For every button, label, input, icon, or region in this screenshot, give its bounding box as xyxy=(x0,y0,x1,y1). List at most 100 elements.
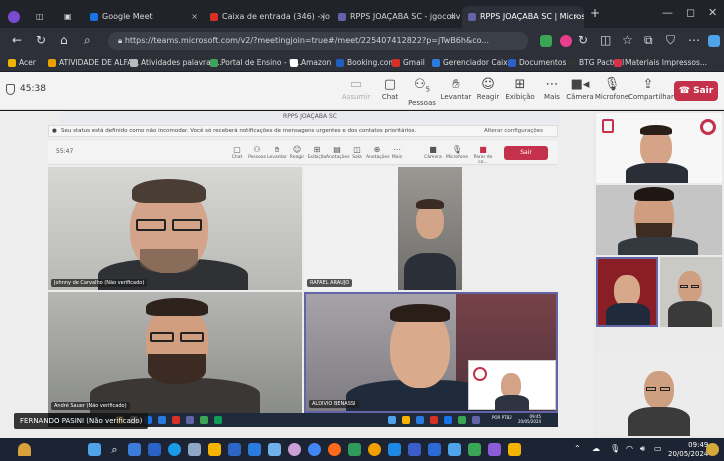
close-tab-icon[interactable]: × xyxy=(191,6,198,28)
leave-button[interactable]: ☎︎ Sair xyxy=(674,81,718,101)
back-button[interactable]: ← xyxy=(12,33,22,47)
close-tab-icon[interactable]: × xyxy=(449,6,456,28)
new-tab-button[interactable]: + xyxy=(590,6,600,20)
copilot-icon[interactable] xyxy=(708,35,720,47)
microphone-button[interactable]: 🎙︎ Microfone xyxy=(592,76,632,101)
split-screen-icon[interactable]: ◫ xyxy=(600,33,611,47)
widgets-icon[interactable] xyxy=(18,443,31,456)
app-icon[interactable] xyxy=(228,443,241,456)
app-icon xyxy=(416,416,424,424)
self-view-thumbnail xyxy=(468,360,556,411)
app-icon[interactable] xyxy=(128,443,141,456)
participant-tile[interactable] xyxy=(596,351,722,436)
shared-camera-icon: ■ Câmera xyxy=(424,145,442,160)
participant-tile[interactable] xyxy=(660,257,722,327)
workspaces-icon[interactable]: ◫ xyxy=(30,6,50,28)
taskbar-clock[interactable]: 09:49 20/05/2024 xyxy=(668,441,708,459)
participant-tile[interactable] xyxy=(596,185,722,255)
bookmark-portal[interactable]: Portal de Ensino - U... xyxy=(210,56,302,70)
bookmark-amazon[interactable]: Amazon xyxy=(290,56,331,70)
shared-mic-icon: 🎙︎ Microfone xyxy=(446,145,469,160)
tab-gmail[interactable]: Caixa de entrada (346) - johnny... × xyxy=(204,6,330,28)
extension-icon[interactable] xyxy=(540,35,552,47)
app-icon[interactable] xyxy=(508,443,521,456)
extension-icon[interactable] xyxy=(560,35,572,47)
browser-toolbar: ← ↻ ⌂ ⌕ 🔒︎ https://teams.microsoft.com/v… xyxy=(0,28,724,54)
tab-google-meet[interactable]: Google Meet × xyxy=(84,6,202,28)
app-icon[interactable] xyxy=(348,443,361,456)
address-bar[interactable]: 🔒︎ https://teams.microsoft.com/v2/?meeti… xyxy=(108,32,528,50)
app-icon xyxy=(458,416,466,424)
restore-button[interactable]: ◻ xyxy=(686,6,695,19)
shared-view-icon: ⊞ Exibição xyxy=(307,145,327,160)
info-icon: ● xyxy=(52,128,57,134)
shared-timer: 55:47 xyxy=(56,148,74,155)
search-icon[interactable]: ⌕ xyxy=(108,443,121,456)
minimize-button[interactable]: — xyxy=(662,6,673,19)
start-icon[interactable] xyxy=(88,443,101,456)
app-icon[interactable] xyxy=(328,443,341,456)
search-icon[interactable]: ⌕ xyxy=(84,33,91,48)
tab-actions-icon[interactable]: ▣ xyxy=(58,6,78,28)
bookmark-atividade[interactable]: ATIVIDADE DE ALFA... xyxy=(48,56,139,70)
bookmark-documentos[interactable]: Documentos xyxy=(508,56,566,70)
close-tab-icon[interactable]: × xyxy=(319,6,326,28)
app-icon[interactable] xyxy=(468,443,481,456)
wifi-icon[interactable]: ◠ xyxy=(626,444,633,453)
close-tab-icon[interactable]: × xyxy=(573,6,580,28)
cloud-icon[interactable]: ☁ xyxy=(592,444,600,453)
file-explorer-icon[interactable] xyxy=(208,443,221,456)
phone-icon: ☎︎ xyxy=(678,86,694,96)
reload-button[interactable]: ↻ xyxy=(36,33,46,47)
bookmark-atividades-palavras[interactable]: Atividades palavras... xyxy=(130,56,222,70)
battery-icon[interactable]: ▭ xyxy=(654,444,662,453)
favorites-icon[interactable]: ☆ xyxy=(622,33,633,47)
bookmark-gerenciador[interactable]: Gerenciador Caixa xyxy=(432,56,512,70)
sync-icon[interactable]: ↻ xyxy=(578,33,588,47)
bookmark-booking[interactable]: Booking.com xyxy=(336,56,396,70)
meet-favicon xyxy=(90,12,98,21)
mic-tray-icon[interactable]: 🎙︎ xyxy=(610,444,620,453)
shared-clock: 09:45 20/05/2024 xyxy=(518,414,542,424)
bookmark-materiais[interactable]: Materiais Impressos... xyxy=(614,56,707,70)
app-icon[interactable] xyxy=(188,443,201,456)
app-icon[interactable] xyxy=(248,443,261,456)
tab-teams-active[interactable]: RPPS JOAÇABA SC | Microso... × xyxy=(462,6,584,28)
home-button[interactable]: ⌂ xyxy=(60,33,68,47)
notification-icon[interactable] xyxy=(706,443,719,456)
shopping-icon[interactable]: ⛉ xyxy=(666,33,675,48)
collections-icon[interactable]: ⧉ xyxy=(644,33,653,48)
bookmark-acer[interactable]: Acer xyxy=(8,56,36,70)
edge-icon[interactable] xyxy=(168,443,181,456)
meeting-timer: 45:38 xyxy=(20,84,46,94)
profile-icon[interactable] xyxy=(2,6,26,28)
app-icon[interactable] xyxy=(488,443,501,456)
app-icon[interactable] xyxy=(388,443,401,456)
shared-window-title: RPPS JOAÇABA SC xyxy=(60,111,560,123)
participant-tile[interactable] xyxy=(596,113,722,183)
volume-icon[interactable]: 🔊︎ xyxy=(640,444,645,454)
app-icon[interactable] xyxy=(148,443,161,456)
browser-tab-strip: ◫ ▣ Google Meet × Caixa de entrada (346)… xyxy=(0,0,724,28)
meeting-stage: RPPS JOAÇABA SC ● Seu status está defini… xyxy=(0,111,724,438)
app-icon xyxy=(444,416,452,424)
share-button[interactable]: ⇪ Compartilhar xyxy=(628,76,674,101)
chevron-up-icon[interactable]: ⌃ xyxy=(574,444,581,453)
participant-tile-speaking[interactable] xyxy=(596,257,658,327)
participant-name: ALDIVIO BENASSI xyxy=(309,400,359,408)
shared-meeting-toolbar: 55:47 ▢ Chat ⚇ Pessoas ✋︎ Levantar ☺ Reagir … xyxy=(48,141,558,165)
share-icon: ⇪ xyxy=(642,77,654,92)
more-icon[interactable]: ⋯ xyxy=(688,33,700,47)
shared-lang: POR PTB2 xyxy=(492,415,512,420)
close-window-button[interactable]: ✕ xyxy=(708,6,717,19)
tab-teams-1[interactable]: RPPS JOAÇABA SC - jgocoliv@g... × xyxy=(332,6,460,28)
app-icon[interactable] xyxy=(268,443,281,456)
app-icon xyxy=(402,416,410,424)
app-icon[interactable] xyxy=(408,443,421,456)
chrome-icon[interactable] xyxy=(308,443,321,456)
bookmark-gmail[interactable]: Gmail xyxy=(392,56,425,70)
app-icon[interactable] xyxy=(288,443,301,456)
app-icon[interactable] xyxy=(448,443,461,456)
app-icon[interactable] xyxy=(428,443,441,456)
app-icon[interactable] xyxy=(368,443,381,456)
